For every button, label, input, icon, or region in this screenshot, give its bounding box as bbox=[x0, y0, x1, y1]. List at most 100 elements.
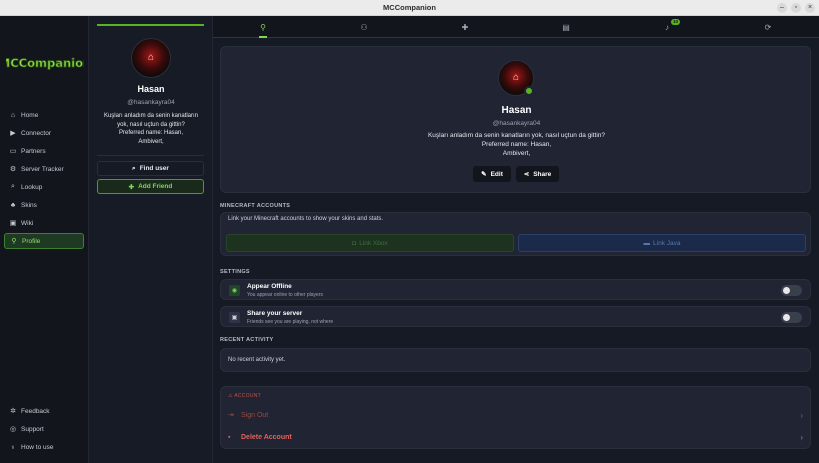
sidebar-item-label: Partners bbox=[21, 147, 46, 155]
chat-icon: ▤ bbox=[562, 22, 570, 32]
sidebar-item-skins[interactable]: ♣ Skins bbox=[4, 197, 84, 213]
pencil-icon: ✎ bbox=[481, 171, 487, 178]
app-logo: MCCompanion bbox=[6, 56, 84, 71]
help-icon: ◎ bbox=[9, 426, 17, 433]
logo-text: MCCompanion bbox=[6, 56, 84, 70]
tab-settings[interactable]: ⟳ bbox=[718, 16, 818, 38]
sidebar-item-server-tracker[interactable]: ⚙ Server Tracker bbox=[4, 161, 84, 177]
chevron-right-icon: › bbox=[800, 410, 803, 420]
home-icon: ⌂ bbox=[10, 111, 16, 119]
recent-activity-empty: No recent activity yet. bbox=[228, 357, 286, 363]
account-card: ⚠ ACCOUNT ⇥ Sign Out › ▪ Delete Account … bbox=[220, 386, 811, 449]
window-title: MCCompanion bbox=[383, 3, 436, 12]
profile-handle: @hasankayra04 bbox=[127, 99, 175, 106]
bio-line: yok, nasıl uçtun da gittin? bbox=[117, 121, 185, 128]
share-button[interactable]: ⋖ Share bbox=[516, 166, 559, 182]
sidebar-item-how-to-use[interactable]: ♁ How to use bbox=[4, 439, 84, 455]
edit-label: Edit bbox=[490, 170, 503, 178]
tab-messages[interactable]: ▤ bbox=[516, 16, 616, 38]
panel-accent-line bbox=[97, 24, 204, 26]
minecraft-accounts-card: Link your Minecraft accounts to show you… bbox=[220, 212, 811, 256]
link-xbox-label: Link Xbox bbox=[359, 239, 388, 247]
avatar: ⌂ bbox=[131, 38, 171, 78]
sidebar-item-feedback[interactable]: ✲ Feedback bbox=[4, 403, 84, 419]
sidebar-item-label: Connector bbox=[21, 129, 51, 137]
minecraft-accounts-description: Link your Minecraft accounts to show you… bbox=[228, 216, 384, 222]
toggle-knob bbox=[783, 287, 790, 294]
recent-activity-card: No recent activity yet. bbox=[220, 348, 811, 372]
nav-sidebar: MCCompanion ⌂ Home ▶ Connector ▭ Partner… bbox=[0, 16, 89, 463]
search-icon: ⌕ bbox=[11, 183, 15, 190]
add-friend-button[interactable]: ✚ Add Friend bbox=[97, 179, 204, 194]
chevron-right-icon: › bbox=[800, 432, 803, 442]
setting-title: Appear Offline bbox=[247, 283, 292, 290]
tab-profile[interactable]: ⚲ bbox=[213, 16, 313, 38]
book-icon: ▣ bbox=[9, 220, 17, 227]
share-label: Share bbox=[533, 170, 552, 178]
sidebar-item-label: How to use bbox=[21, 443, 54, 451]
bell-icon: ♪ bbox=[665, 22, 669, 32]
bulb-icon: ♁ bbox=[10, 443, 16, 451]
sidebar-item-wiki[interactable]: ▣ Wiki bbox=[4, 215, 84, 231]
sidebar-item-lookup[interactable]: ⌕ Lookup bbox=[4, 179, 84, 195]
link-xbox-button[interactable]: ◘ Link Xbox bbox=[226, 234, 514, 252]
find-user-label: Find user bbox=[139, 165, 169, 172]
delete-account-button[interactable]: ▪ Delete Account › bbox=[221, 428, 812, 446]
add-friend-label: Add Friend bbox=[138, 183, 173, 190]
tab-friends[interactable]: ⚇ bbox=[314, 16, 414, 38]
bio-line: Ambivert, bbox=[502, 150, 531, 157]
sign-out-button[interactable]: ⇥ Sign Out › bbox=[221, 406, 812, 424]
add-user-icon: ✚ bbox=[461, 22, 469, 32]
partners-icon: ▭ bbox=[9, 148, 17, 155]
find-user-button[interactable]: ⌕ Find user bbox=[97, 161, 204, 176]
sidebar-item-label: Skins bbox=[21, 201, 37, 209]
close-icon[interactable]: × bbox=[805, 3, 815, 13]
add-user-icon: ✚ bbox=[128, 183, 135, 191]
lock-icon: ▣ bbox=[229, 312, 240, 323]
bio-line: Preferred name: Hasan, bbox=[481, 141, 552, 148]
setting-title: Share your server bbox=[247, 310, 303, 317]
online-status-icon bbox=[524, 86, 534, 96]
section-title-recent-activity: RECENT ACTIVITY bbox=[220, 337, 274, 343]
profile-handle: @hasankayra04 bbox=[492, 120, 541, 127]
bio-line: Ambivert, bbox=[138, 138, 164, 145]
monitor-icon: ▬ bbox=[643, 239, 651, 247]
share-icon: ⋖ bbox=[523, 171, 530, 178]
tab-friend-requests[interactable]: ✚ bbox=[415, 16, 515, 38]
profile-bio: Kuşları anladım da senin kanatların yok,… bbox=[97, 112, 205, 146]
account-title-label: ACCOUNT bbox=[234, 393, 262, 399]
sign-out-label: Sign Out bbox=[241, 411, 269, 419]
setting-share-server: ▣ Share your server Friends see you are … bbox=[220, 306, 811, 327]
minimize-icon[interactable]: – bbox=[777, 3, 787, 13]
sidebar-item-label: Server Tracker bbox=[21, 165, 64, 173]
window-titlebar: MCCompanion – ▫ × bbox=[0, 0, 819, 16]
warning-icon: ⚠ bbox=[228, 393, 233, 399]
skins-icon: ♣ bbox=[10, 201, 16, 209]
profile-summary-panel: ⌂ Hasan @hasankayra04 Kuşları anladım da… bbox=[89, 16, 213, 463]
section-title-minecraft: MINECRAFT ACCOUNTS bbox=[220, 203, 291, 209]
gear-icon: ✲ bbox=[10, 408, 16, 415]
sidebar-item-profile[interactable]: ⚲ Profile bbox=[4, 233, 84, 249]
play-icon: ▶ bbox=[10, 130, 16, 137]
profile-name: Hasan bbox=[501, 105, 532, 116]
maximize-icon[interactable]: ▫ bbox=[791, 3, 801, 13]
sidebar-item-connector[interactable]: ▶ Connector bbox=[4, 125, 84, 141]
edit-button[interactable]: ✎ Edit bbox=[473, 166, 511, 182]
link-java-button[interactable]: ▬ Link Java bbox=[518, 234, 806, 252]
sidebar-item-support[interactable]: ◎ Support bbox=[4, 421, 84, 437]
toggle-knob bbox=[783, 314, 790, 321]
sidebar-item-label: Home bbox=[21, 111, 39, 119]
sidebar-item-home[interactable]: ⌂ Home bbox=[4, 107, 84, 123]
appear-offline-toggle[interactable] bbox=[781, 285, 802, 296]
user-icon: ⚲ bbox=[11, 238, 17, 245]
share-server-toggle[interactable] bbox=[781, 312, 802, 323]
sidebar-item-partners[interactable]: ▭ Partners bbox=[4, 143, 84, 159]
tab-notifications[interactable]: ♪ 10 bbox=[617, 16, 717, 38]
setting-subtitle: You appear online to other players bbox=[247, 292, 323, 298]
bio-line: Preferred name: Hasan, bbox=[118, 130, 184, 136]
bio-line: Kuşları anladım da senin kanatların yok,… bbox=[427, 132, 606, 139]
house-icon: ⌂ bbox=[512, 71, 520, 83]
group-icon: ⚇ bbox=[360, 22, 368, 32]
setting-subtitle: Friends see you are playing, not where bbox=[247, 319, 334, 325]
profile-name: Hasan bbox=[137, 84, 165, 94]
